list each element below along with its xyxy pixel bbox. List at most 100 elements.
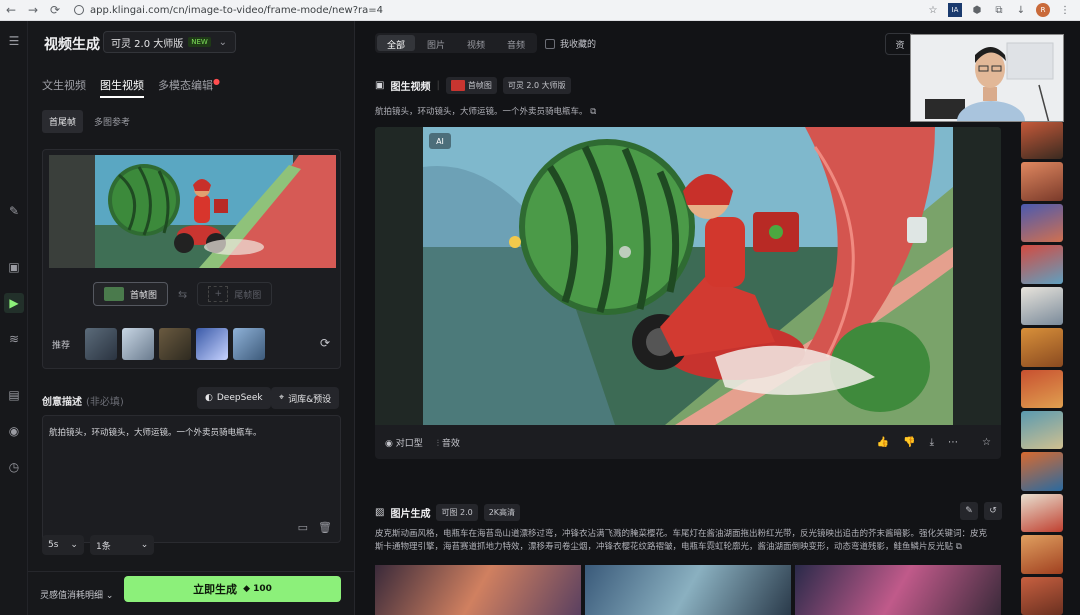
duration-select[interactable]: 5s ⌄ <box>42 535 84 555</box>
profile-avatar[interactable]: R <box>1036 3 1050 17</box>
filter-images[interactable]: 图片 <box>417 35 455 51</box>
history-thumb[interactable] <box>1021 535 1063 574</box>
hamburger-menu-icon[interactable]: ☰ <box>4 31 24 51</box>
browser-toolbar: ← → ⟳ app.klingai.com/cn/image-to-video/… <box>0 0 1080 21</box>
chevron-down-icon: ⌄ <box>70 540 78 550</box>
site-info-icon[interactable] <box>74 5 84 15</box>
download-icon[interactable]: ⤓ <box>930 437 934 448</box>
bookmark-star-icon[interactable]: ☆ <box>926 3 940 17</box>
history-thumb[interactable] <box>1021 162 1063 201</box>
subtab-first-last-frame[interactable]: 首尾帧 <box>42 110 84 133</box>
extension-ia-icon[interactable]: IA <box>948 3 962 17</box>
chip-label: 首帧图 <box>467 81 492 90</box>
filter-all[interactable]: 全部 <box>377 35 416 51</box>
thumbs-down-icon[interactable]: 👎 <box>903 437 915 448</box>
first-frame-button[interactable]: 首帧图 <box>93 282 169 306</box>
history-thumb[interactable] <box>1021 369 1063 408</box>
delete-icon[interactable]: 🗑 <box>318 521 332 534</box>
history-thumb[interactable] <box>1021 245 1063 284</box>
thumbs-up-icon[interactable]: 👍 <box>877 437 889 448</box>
tab-image-to-video[interactable]: 图生视频 <box>100 77 144 98</box>
section-image-generation-header: ▨ 图片生成 可图 2.0 2K高清 <box>375 504 521 521</box>
history-thumb[interactable] <box>1021 121 1063 160</box>
filter-videos[interactable]: 视频 <box>457 35 495 51</box>
recommend-label: 推荐 <box>52 340 71 351</box>
image-icon: ▨ <box>375 507 385 518</box>
history-thumbnail-strip <box>1021 121 1063 615</box>
recommend-thumb[interactable] <box>233 328 266 360</box>
audio-wave-icon[interactable]: ≋ <box>4 329 24 349</box>
image-icon[interactable]: ▣ <box>4 257 24 277</box>
shield-extension-icon[interactable]: ⬢ <box>970 3 984 17</box>
history-thumb[interactable] <box>1021 203 1063 243</box>
count-select[interactable]: 1条 ⌄ <box>89 535 155 555</box>
prompt-library-label: 词库&预设 <box>288 394 332 405</box>
history-thumb[interactable] <box>1021 286 1063 326</box>
forward-icon[interactable]: → <box>22 0 44 21</box>
video-icon[interactable]: ▶ <box>4 293 24 313</box>
history-thumb[interactable] <box>1021 328 1063 367</box>
first-frame-label: 首帧图 <box>130 290 158 301</box>
deepseek-button[interactable]: ◐ DeepSeek <box>197 387 271 409</box>
tab-multimodal-edit[interactable]: 多模态编辑● <box>158 77 220 98</box>
video-result-card: AI ◉ 对口型 ⫶ 音效 👍 👎 ⤓ ⋯ ☆ <box>375 127 1001 459</box>
lip-sync-button[interactable]: ◉ 对口型 <box>385 436 423 449</box>
eye-icon[interactable]: ◉ <box>4 421 24 441</box>
address-bar[interactable]: app.klingai.com/cn/image-to-video/frame-… <box>90 5 383 16</box>
section-title: 图生视频 <box>390 82 431 93</box>
video-prompt: 航拍镜头，环动镜头，大师运镜。一个外卖员骑电瓶车。 ⧉ <box>375 105 596 117</box>
recommend-thumb[interactable] <box>122 328 155 360</box>
spend-details-link[interactable]: 灵感值消耗明细 ⌄ <box>40 588 113 601</box>
sound-effect-label: 音效 <box>441 438 460 449</box>
filter-audio[interactable]: 音频 <box>497 35 535 51</box>
left-rail: ☰ ✎ ▣ ▶ ≋ ▤ ◉ ◷ <box>0 21 28 615</box>
result-image[interactable] <box>795 565 1001 615</box>
description-textarea[interactable]: 航拍镜头，环动镜头，大师运镜。一个外卖员骑电瓶车。 ▭ 🗑 <box>42 415 341 543</box>
history-thumb[interactable] <box>1021 493 1063 533</box>
more-icon[interactable]: ⋯ <box>948 437 958 448</box>
recommend-thumb[interactable] <box>159 328 192 360</box>
history-thumb[interactable] <box>1021 576 1063 615</box>
reload-icon[interactable]: ⟳ <box>44 0 66 21</box>
edit-icon[interactable]: ✎ <box>960 502 978 520</box>
last-frame-label: 尾帧图 <box>234 290 262 301</box>
favorite-star-icon[interactable]: ☆ <box>982 437 991 448</box>
favorites-checkbox[interactable] <box>545 38 555 49</box>
last-frame-button[interactable]: + 尾帧图 <box>197 282 273 306</box>
result-image[interactable] <box>585 565 791 615</box>
magic-wand-icon[interactable]: ✎ <box>4 201 24 221</box>
history-icon[interactable]: ◷ <box>4 457 24 477</box>
first-frame-preview[interactable] <box>49 155 336 268</box>
model-selector[interactable]: 可灵 2.0 大师版 NEW ⌄ <box>103 31 236 53</box>
copy-icon[interactable]: ⧉ <box>590 107 596 117</box>
copy-icon[interactable]: ⧉ <box>956 542 962 552</box>
favorites-toggle[interactable]: 我收藏的 <box>545 37 596 50</box>
prompt-library-button[interactable]: ⌖ 词库&预设 <box>271 387 340 409</box>
sub-tabs: 首尾帧 多图参考 <box>42 110 137 133</box>
result-image[interactable] <box>375 565 581 615</box>
video-player[interactable]: AI <box>375 127 1001 425</box>
recommend-thumb[interactable] <box>85 328 118 360</box>
deepseek-whale-icon: ◐ <box>205 393 213 403</box>
divider: | <box>436 80 440 91</box>
generate-button[interactable]: 立即生成 ◆ 100 <box>124 576 341 602</box>
extensions-puzzle-icon[interactable]: ⧉ <box>992 3 1006 17</box>
regenerate-icon[interactable]: ↺ <box>984 502 1002 520</box>
history-thumb[interactable] <box>1021 452 1063 491</box>
history-thumb[interactable] <box>1021 410 1063 450</box>
recommend-thumb[interactable] <box>196 328 229 360</box>
resolution-chip: 2K高清 <box>483 504 521 521</box>
download-icon[interactable]: ↓ <box>1014 3 1028 17</box>
library-icon[interactable]: ▤ <box>4 385 24 405</box>
back-icon[interactable]: ← <box>0 0 22 21</box>
save-icon[interactable]: ▭ <box>298 521 308 534</box>
chevron-down-icon: ⌄ <box>218 36 227 48</box>
subtab-multi-image-ref[interactable]: 多图参考 <box>87 110 137 133</box>
swap-icon[interactable]: ⇆ <box>178 288 187 301</box>
image-results <box>375 565 1001 615</box>
tab-text-to-video[interactable]: 文生视频 <box>42 77 86 98</box>
menu-kebab-icon[interactable]: ⋮ <box>1058 3 1072 17</box>
sound-effect-button[interactable]: ⫶ 音效 <box>437 436 460 449</box>
refresh-icon[interactable]: ⟳ <box>320 336 330 350</box>
generate-label: 立即生成 <box>193 583 238 596</box>
